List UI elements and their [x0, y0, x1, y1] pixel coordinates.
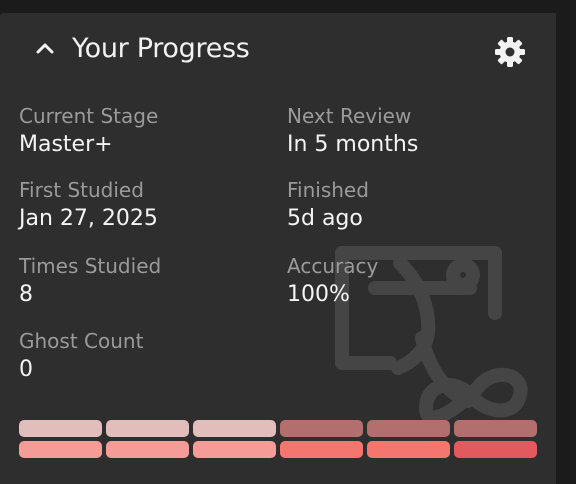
stat-label: First Studied	[19, 178, 144, 202]
stat-label: Current Stage	[19, 104, 159, 128]
progress-segment	[193, 420, 276, 437]
stat-value: 8	[19, 282, 33, 307]
panel-header: Your Progress	[0, 13, 556, 91]
stat-accuracy: Accuracy 100%	[287, 254, 378, 309]
progress-bar-row-top	[19, 420, 537, 437]
panel-title: Your Progress	[72, 33, 250, 64]
stat-finished: Finished 5d ago	[287, 178, 369, 233]
progress-segment	[367, 420, 450, 437]
stat-value: 100%	[287, 282, 350, 307]
progress-segment	[367, 441, 450, 458]
stat-next-review: Next Review In 5 months	[287, 104, 418, 159]
progress-segment	[19, 441, 102, 458]
progress-segment	[454, 441, 537, 458]
gear-icon[interactable]	[494, 36, 526, 68]
progress-segment	[19, 420, 102, 437]
stat-ghost-count: Ghost Count 0	[19, 329, 143, 384]
stat-label: Accuracy	[287, 254, 379, 278]
stat-label: Ghost Count	[19, 329, 144, 353]
stat-current-stage: Current Stage Master+	[19, 104, 158, 159]
stat-label: Finished	[287, 178, 369, 202]
progress-segment	[280, 420, 363, 437]
stat-first-studied: First Studied Jan 27, 2025	[19, 178, 158, 233]
progress-segment	[106, 441, 189, 458]
progress-segment	[193, 441, 276, 458]
stat-value: 5d ago	[287, 206, 363, 231]
stat-value: In 5 months	[287, 132, 419, 157]
progress-bars	[19, 420, 537, 462]
progress-bar-row-bottom	[19, 441, 537, 458]
progress-segment	[454, 420, 537, 437]
progress-panel: Your Progress Current Stage Master+ Next…	[0, 13, 556, 484]
progress-segment	[280, 441, 363, 458]
stat-value: Jan 27, 2025	[19, 206, 158, 231]
stat-value: Master+	[19, 132, 113, 157]
stat-label: Times Studied	[19, 254, 162, 278]
stat-value: 0	[19, 357, 33, 382]
stat-label: Next Review	[287, 104, 412, 128]
stat-times-studied: Times Studied 8	[19, 254, 161, 309]
chevron-up-icon[interactable]	[34, 37, 56, 59]
progress-segment	[106, 420, 189, 437]
